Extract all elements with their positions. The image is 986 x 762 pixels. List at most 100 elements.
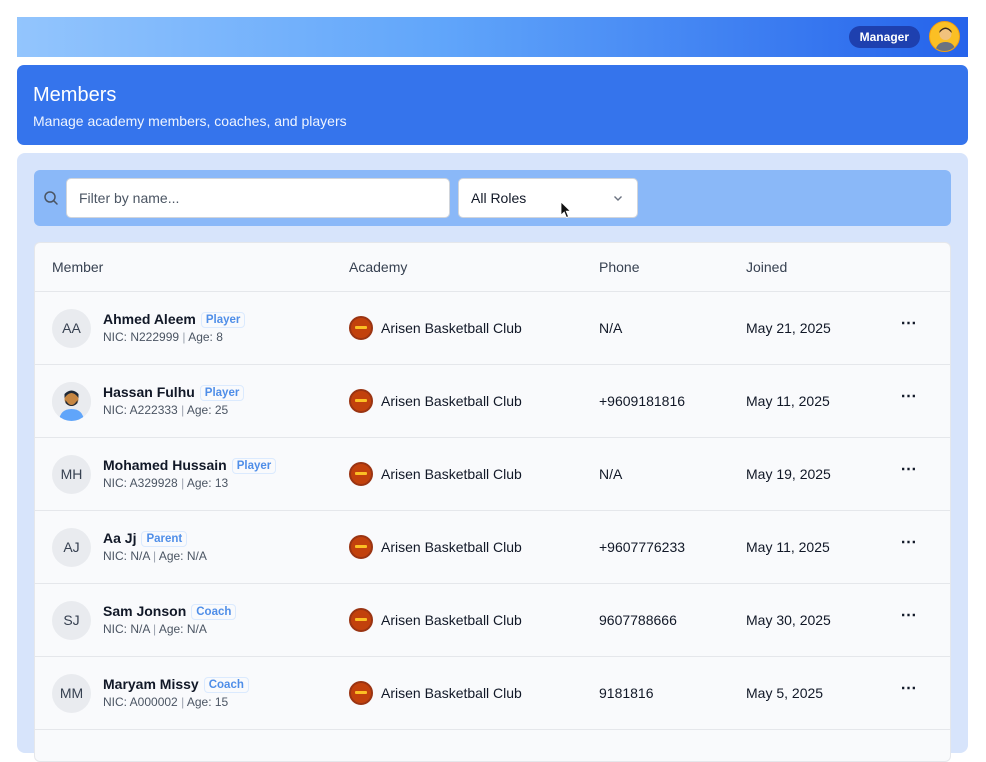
member-avatar [52,382,91,421]
member-nic: NIC: N/A [103,622,150,636]
filter-bar: All Roles [34,170,951,226]
table-row[interactable]: AA Ahmed Aleem Player NIC: N222999 | Age:… [35,292,950,365]
member-age: Age: 8 [188,330,223,344]
joined-cell: May 5, 2025 [746,685,824,701]
member-nic: NIC: N222999 [103,330,180,344]
table-body: AA Ahmed Aleem Player NIC: N222999 | Age:… [35,292,950,730]
phone-cell: +9607776233 [599,539,686,555]
table-header: Member Academy Phone Joined [35,243,950,292]
academy-name: Arisen Basketball Club [381,393,522,409]
member-initials: MM [59,685,84,701]
more-horizontal-icon[interactable]: ⋯ [896,679,920,703]
academy-name: Arisen Basketball Club [381,466,522,482]
member-name[interactable]: Aa Jj [103,530,136,546]
member-name[interactable]: Mohamed Hussain [103,457,227,473]
column-header-member[interactable]: Member [52,259,103,275]
academy-cell: Arisen Basketball Club [349,316,522,340]
member-name-cell: Sam Jonson Coach [103,603,237,620]
more-horizontal-icon[interactable]: ⋯ [896,606,920,630]
table-row[interactable]: SJ Sam Jonson Coach NIC: N/A | Age: N/A A… [35,584,950,657]
role-badge: Coach [191,604,237,620]
member-name-cell: Mohamed Hussain Player [103,457,277,474]
joined-cell: May 19, 2025 [746,466,831,482]
role-badge: Parent [141,531,188,547]
joined-cell: May 11, 2025 [746,539,830,555]
more-horizontal-icon[interactable]: ⋯ [896,387,920,411]
member-name[interactable]: Maryam Missy [103,676,199,692]
member-avatar: MH [52,455,91,494]
member-avatar: AA [52,309,91,348]
academy-logo-icon [349,462,373,486]
academy-cell: Arisen Basketball Club [349,608,522,632]
phone-cell: 9181816 [599,685,654,701]
phone-cell: N/A [599,320,623,336]
joined-cell: May 21, 2025 [746,320,831,336]
role-filter-select[interactable]: All Roles [458,178,638,218]
top-bar: Manager [17,17,968,57]
member-details: NIC: N222999 | Age: 8 [103,330,223,344]
members-panel: All Roles Member Academy Phone Joined AA… [17,153,968,762]
member-name-cell: Hassan Fulhu Player [103,384,245,401]
member-name[interactable]: Hassan Fulhu [103,384,195,400]
table-row[interactable]: Hassan Fulhu Player NIC: A222333 | Age: 2… [35,365,950,438]
role-filter-value: All Roles [471,190,527,206]
academy-logo-icon [349,316,373,340]
member-age: Age: N/A [158,549,207,563]
more-horizontal-icon[interactable]: ⋯ [896,460,920,484]
member-age: Age: 15 [186,695,229,709]
more-horizontal-icon[interactable]: ⋯ [896,533,920,557]
phone-cell: 9607788666 [599,612,677,628]
role-badge: Player [200,312,246,328]
table-row[interactable]: MH Mohamed Hussain Player NIC: A329928 | … [35,438,950,511]
column-header-academy[interactable]: Academy [349,259,407,275]
role-badge[interactable]: Manager [848,26,920,48]
academy-logo-icon [349,608,373,632]
academy-name: Arisen Basketball Club [381,320,522,336]
joined-cell: May 11, 2025 [746,393,830,409]
mouse-cursor-icon [560,201,572,219]
academy-cell: Arisen Basketball Club [349,389,522,413]
member-photo [52,382,91,421]
column-header-joined[interactable]: Joined [746,259,787,275]
member-nic: NIC: A329928 [103,476,178,490]
academy-name: Arisen Basketball Club [381,612,522,628]
member-details: NIC: N/A | Age: N/A [103,549,207,563]
member-nic: NIC: A222333 [103,403,178,417]
member-avatar: AJ [52,528,91,567]
member-initials: AA [62,320,81,336]
table-row[interactable]: AJ Aa Jj Parent NIC: N/A | Age: N/A Arise… [35,511,950,584]
search-input[interactable] [66,178,450,218]
member-name-cell: Ahmed Aleem Player [103,311,246,328]
member-name[interactable]: Sam Jonson [103,603,186,619]
page-header: Members Manage academy members, coaches,… [17,65,968,145]
member-initials: SJ [63,612,80,628]
member-details: NIC: A329928 | Age: 13 [103,476,229,490]
academy-cell: Arisen Basketball Club [349,535,522,559]
table-row[interactable]: MM Maryam Missy Coach NIC: A000002 | Age:… [35,657,950,730]
member-age: Age: 25 [186,403,229,417]
chevron-down-icon [614,196,622,201]
member-initials: MH [60,466,83,482]
academy-cell: Arisen Basketball Club [349,462,522,486]
column-header-phone[interactable]: Phone [599,259,639,275]
member-age: Age: 13 [186,476,229,490]
academy-logo-icon [349,681,373,705]
academy-logo-icon [349,535,373,559]
member-name[interactable]: Ahmed Aleem [103,311,196,327]
role-badge: Player [199,385,245,401]
academy-name: Arisen Basketball Club [381,685,522,701]
search-icon [44,191,58,205]
member-details: NIC: A000002 | Age: 15 [103,695,229,709]
member-name-cell: Aa Jj Parent [103,530,188,547]
member-details: NIC: N/A | Age: N/A [103,622,207,636]
academy-name: Arisen Basketball Club [381,539,522,555]
member-avatar: MM [52,674,91,713]
more-horizontal-icon[interactable]: ⋯ [896,314,920,338]
member-avatar: SJ [52,601,91,640]
phone-cell: N/A [599,466,623,482]
member-nic: NIC: A000002 [103,695,178,709]
member-age: Age: N/A [158,622,207,636]
user-avatar-icon[interactable] [929,21,960,52]
member-name-cell: Maryam Missy Coach [103,676,249,693]
page-title: Members [33,84,117,106]
